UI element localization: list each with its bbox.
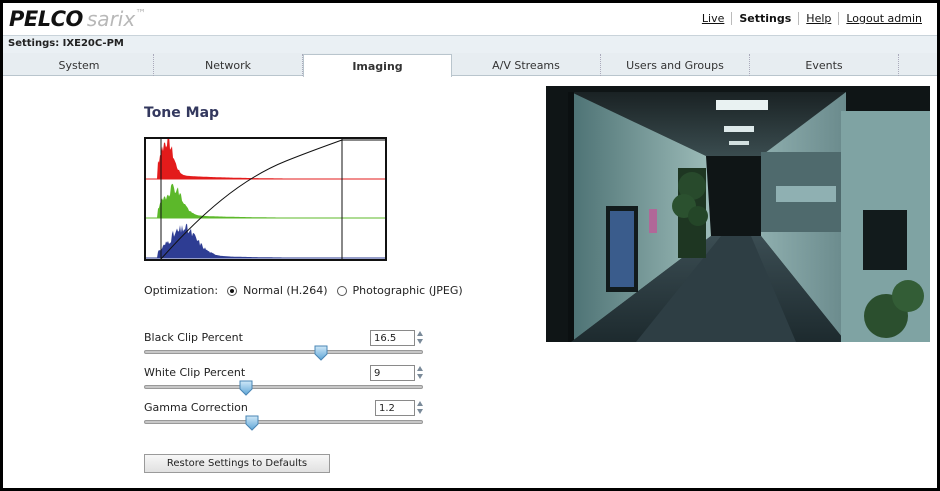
nav-live-link[interactable]: Live	[695, 12, 731, 25]
tab-bar-fill	[899, 53, 937, 75]
black-clip-input[interactable]: 16.5	[370, 330, 415, 346]
normal-h264-radio[interactable]	[227, 285, 238, 296]
settings-bar: Settings: IXE20C-PM	[3, 35, 937, 53]
nav-settings-link[interactable]: Settings	[732, 12, 798, 25]
tab-system[interactable]: System	[5, 54, 154, 76]
black-clip-slider-track[interactable]	[144, 350, 423, 354]
black-clip-slider-thumb[interactable]	[314, 345, 328, 361]
top-navigation: Live Settings Help Logout admin	[695, 12, 929, 25]
optimization-label: Optimization:	[144, 284, 219, 297]
app-window: PELCO sarix™ Live Settings Help Logout a…	[3, 3, 937, 488]
photographic-jpeg-radio[interactable]	[336, 285, 347, 296]
gamma-correction-label: Gamma Correction	[144, 401, 248, 414]
logo-product: sarix™	[86, 7, 147, 31]
gamma-correction-slider-thumb[interactable]	[245, 415, 259, 431]
gamma-correction-slider-track[interactable]	[144, 420, 423, 424]
camera-preview-image	[546, 86, 930, 342]
optimization-group: Optimization: Normal (H.264) Photographi…	[144, 284, 463, 297]
tone-map-histogram	[144, 132, 387, 261]
black-clip-spinner[interactable]	[416, 330, 424, 346]
nav-logout-link[interactable]: Logout admin	[839, 12, 929, 25]
settings-title: Settings: IXE20C-PM	[8, 38, 124, 49]
histogram-graphic	[146, 132, 385, 260]
white-clip-spinner[interactable]	[416, 365, 424, 381]
photographic-jpeg-label[interactable]: Photographic (JPEG)	[353, 284, 463, 297]
camera-preview	[546, 86, 930, 342]
pelco-sarix-logo: PELCO sarix™	[9, 7, 146, 31]
restore-defaults-button[interactable]: Restore Settings to Defaults	[144, 454, 330, 473]
black-clip-label: Black Clip Percent	[144, 331, 243, 344]
tab-bar: System Network Imaging A/V Streams Users…	[3, 53, 937, 77]
tab-events[interactable]: Events	[750, 54, 899, 76]
tab-av-streams[interactable]: A/V Streams	[452, 54, 601, 76]
white-clip-slider-thumb[interactable]	[239, 380, 253, 396]
normal-h264-label[interactable]: Normal (H.264)	[243, 284, 327, 297]
white-clip-label: White Clip Percent	[144, 366, 246, 379]
tab-users-and-groups[interactable]: Users and Groups	[601, 54, 750, 76]
nav-help-link[interactable]: Help	[799, 12, 838, 25]
tab-network[interactable]: Network	[154, 54, 303, 76]
tab-imaging[interactable]: Imaging	[303, 54, 452, 77]
gamma-correction-spinner[interactable]	[416, 400, 424, 416]
header: PELCO sarix™ Live Settings Help Logout a…	[3, 3, 937, 35]
white-clip-input[interactable]: 9	[370, 365, 415, 381]
gamma-correction-input[interactable]: 1.2	[375, 400, 415, 416]
logo-brand: PELCO	[9, 7, 83, 31]
tone-map-title: Tone Map	[144, 105, 220, 121]
logo-tm: ™	[135, 7, 147, 20]
white-clip-slider-track[interactable]	[144, 385, 423, 389]
